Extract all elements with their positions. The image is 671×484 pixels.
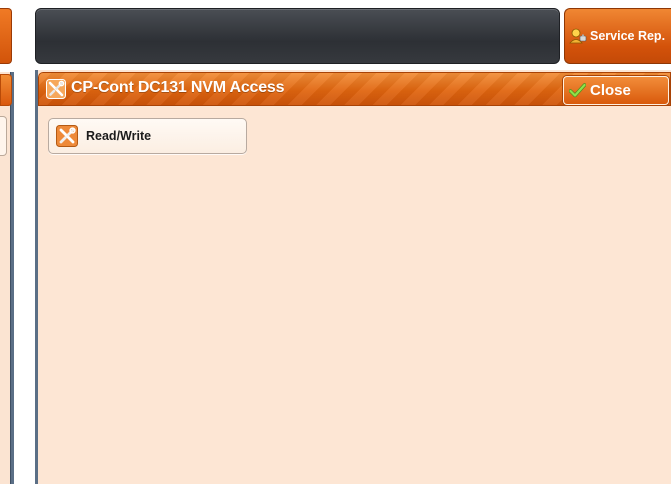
screen: Service Rep. CP-Cont DC131 NVM Access Cl… [0, 0, 671, 484]
main-panel-body: CP-Cont DC131 NVM Access Close Read/Writ… [38, 70, 671, 484]
service-rep-person-icon [569, 28, 587, 44]
top-message-bar [35, 8, 560, 64]
read-write-button[interactable]: Read/Write [48, 118, 247, 154]
tools-icon [46, 79, 66, 99]
left-partial-topbar-button[interactable] [0, 8, 12, 64]
panel-header: CP-Cont DC131 NVM Access Close [38, 72, 671, 106]
left-partial-panel [0, 72, 14, 484]
service-rep-label: Service Rep. [590, 29, 666, 43]
left-partial-panel-header [0, 74, 12, 106]
checkmark-icon [568, 83, 587, 98]
close-button[interactable]: Close [563, 76, 669, 105]
tools-icon [56, 125, 78, 147]
service-rep-button[interactable]: Service Rep. [564, 8, 671, 64]
left-partial-panel-body [0, 72, 12, 484]
main-panel: CP-Cont DC131 NVM Access Close Read/Writ… [35, 70, 671, 484]
panel-title: CP-Cont DC131 NVM Access [71, 79, 285, 96]
read-write-label: Read/Write [86, 129, 152, 143]
close-label: Close [590, 82, 631, 99]
left-partial-menu-button[interactable] [0, 116, 7, 156]
